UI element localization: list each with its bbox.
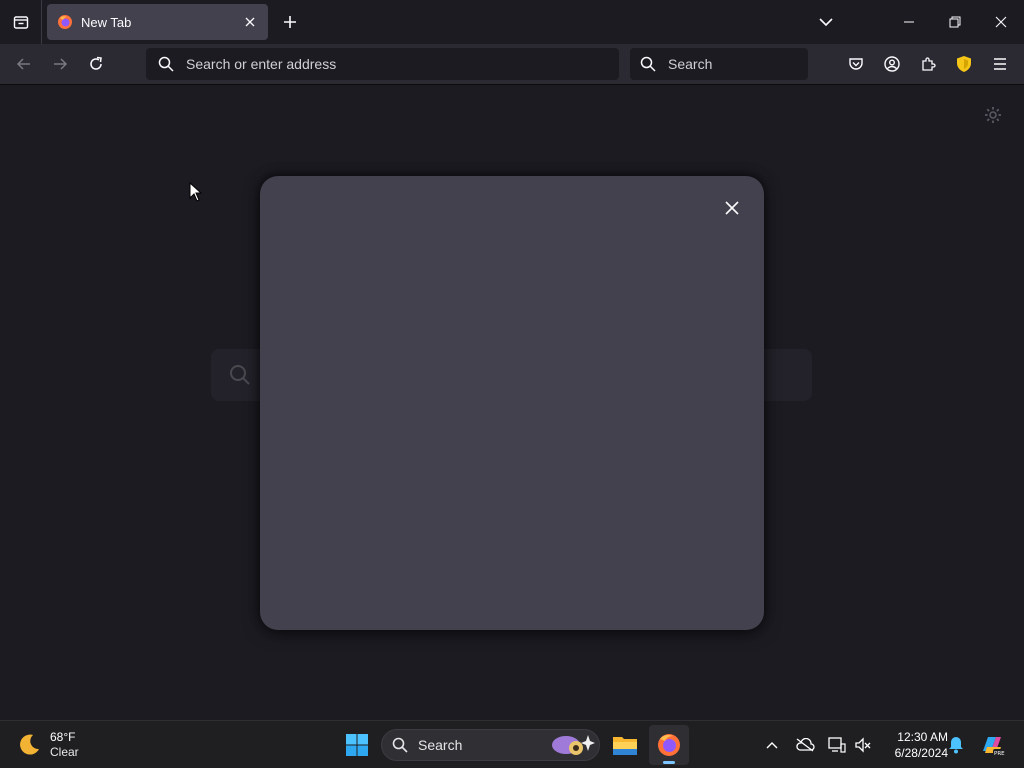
copilot-icon: PRE [983, 737, 1005, 757]
forward-button[interactable] [44, 48, 76, 80]
show-hidden-icons-button[interactable] [760, 733, 784, 757]
new-tab-button[interactable] [276, 8, 304, 36]
svg-text:PRE: PRE [994, 751, 1005, 757]
search-icon [230, 365, 250, 385]
pocket-button[interactable] [840, 48, 872, 80]
close-icon [725, 201, 739, 215]
dialog-close-button[interactable] [720, 196, 744, 220]
tab-title: New Tab [81, 14, 132, 30]
start-button[interactable] [340, 727, 374, 763]
firefox-favicon-icon [58, 15, 72, 29]
address-bar[interactable]: Search or enter address [146, 48, 619, 80]
minimize-icon [904, 21, 914, 23]
arrow-right-icon [54, 58, 68, 70]
folder-icon [613, 737, 637, 755]
weather-temperature: 68°F [50, 730, 76, 744]
search-bar-placeholder: Search [668, 56, 713, 72]
account-button[interactable] [876, 48, 908, 80]
weather-widget[interactable]: 68°F Clear [16, 727, 79, 763]
reload-icon [90, 56, 102, 70]
chevron-up-icon [766, 742, 778, 749]
reload-button[interactable] [80, 48, 112, 80]
plus-icon [284, 16, 296, 28]
weather-condition: Clear [50, 745, 79, 759]
tab-close-button[interactable] [242, 14, 258, 30]
shield-extension-button[interactable] [948, 48, 980, 80]
modal-dialog [260, 176, 764, 630]
search-icon [392, 737, 408, 753]
back-button[interactable] [8, 48, 40, 80]
shield-icon [957, 56, 971, 72]
gear-icon [985, 107, 1001, 123]
puzzle-icon [922, 57, 936, 71]
taskbar-search-box[interactable]: Search [381, 729, 600, 761]
restore-icon [949, 16, 961, 28]
close-icon [995, 16, 1007, 28]
list-all-tabs-button[interactable] [812, 8, 840, 36]
network-tray-button[interactable] [825, 733, 849, 757]
windows-taskbar: 68°F Clear Search 12:30 AM 6/28/2024 PRE [0, 720, 1024, 768]
clock-date: 6/28/2024 [894, 746, 948, 760]
tab-strip: New Tab [0, 0, 1024, 44]
cloud-off-icon [796, 738, 815, 752]
chevron-down-icon [819, 18, 833, 27]
restore-button[interactable] [932, 0, 978, 44]
active-app-indicator [663, 761, 675, 764]
navigation-toolbar: Search or enter address Search [0, 44, 1024, 85]
search-highlight-icon [552, 735, 595, 755]
screen: New Tab Search or enter address Search 6… [0, 0, 1024, 768]
search-icon [158, 56, 174, 72]
search-bar[interactable]: Search [630, 48, 808, 80]
mouse-cursor-icon [189, 182, 203, 202]
extensions-button[interactable] [912, 48, 944, 80]
pocket-icon [849, 58, 863, 70]
close-icon [245, 17, 255, 27]
page-settings-button[interactable] [983, 105, 1003, 125]
tab-new-tab[interactable]: New Tab [47, 4, 268, 40]
firefox-icon [658, 734, 680, 756]
copilot-button[interactable]: PRE [978, 733, 1006, 757]
firefox-view-button[interactable] [0, 0, 42, 44]
account-icon [884, 56, 900, 72]
file-explorer-taskbar-button[interactable] [605, 725, 645, 765]
moon-icon [20, 734, 39, 755]
system-clock[interactable]: 12:30 AM 6/28/2024 [878, 729, 948, 761]
taskbar-search-placeholder: Search [418, 737, 463, 753]
firefox-view-icon [13, 16, 28, 29]
hamburger-menu-icon [994, 58, 1006, 70]
new-tab-page [0, 85, 1024, 720]
firefox-taskbar-button[interactable] [649, 725, 689, 765]
onedrive-tray-button[interactable] [793, 733, 817, 757]
arrow-left-icon [16, 58, 30, 70]
notifications-button[interactable] [944, 733, 968, 757]
app-menu-button[interactable] [984, 48, 1016, 80]
network-icon [828, 737, 846, 753]
minimize-button[interactable] [886, 0, 932, 44]
address-bar-placeholder: Search or enter address [186, 56, 337, 72]
volume-tray-button[interactable] [851, 733, 875, 757]
close-window-button[interactable] [978, 0, 1024, 44]
windows-logo-icon [346, 734, 368, 756]
search-icon [640, 56, 656, 72]
clock-time: 12:30 AM [897, 730, 948, 744]
speaker-muted-icon [855, 737, 871, 753]
bell-icon [949, 737, 963, 754]
